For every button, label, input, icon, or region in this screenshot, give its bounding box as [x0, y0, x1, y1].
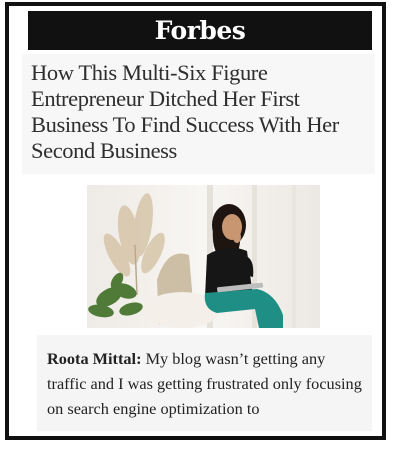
article-headline: How This Multi-Six Figure Entrepreneur D…: [31, 60, 339, 163]
forbes-logo: Forbes: [154, 16, 246, 45]
article-photo: [87, 185, 320, 328]
quote-speaker: Roota Mittal:: [47, 349, 142, 368]
article-quote: Roota Mittal: My blog wasn’t getting any…: [47, 346, 367, 421]
forbes-masthead: Forbes: [28, 11, 372, 50]
